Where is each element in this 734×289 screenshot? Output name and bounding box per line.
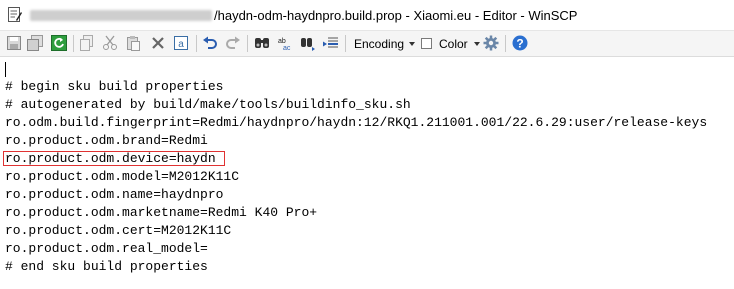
- highlight-box: [3, 151, 225, 166]
- redacted-path: [30, 10, 212, 21]
- editor-line[interactable]: # end sku build properties: [5, 258, 208, 276]
- go-to-line-button[interactable]: [322, 34, 340, 52]
- select-all-icon: a: [174, 36, 188, 50]
- save-all-icon: [27, 35, 43, 51]
- color-menu[interactable]: Color: [439, 37, 468, 51]
- editor-line[interactable]: ro.product.odm.model=M2012K11C: [5, 168, 239, 186]
- go-to-line-icon: [323, 37, 338, 48]
- find-icon: [255, 38, 269, 48]
- encoding-dropdown-icon[interactable]: [409, 42, 415, 46]
- editor-line[interactable]: # autogenerated by build/make/tools/buil…: [5, 96, 411, 114]
- redo-icon: [226, 36, 240, 49]
- editor-line[interactable]: ro.product.odm.cert=M2012K11C: [5, 222, 231, 240]
- save-icon: [7, 36, 21, 50]
- undo-icon: [203, 36, 217, 49]
- editor-line[interactable]: ro.product.odm.name=haydnpro: [5, 186, 223, 204]
- replace-button[interactable]: ab ac: [276, 34, 294, 52]
- help-button[interactable]: ?: [511, 34, 529, 52]
- editor-line[interactable]: ro.odm.build.fingerprint=Redmi/haydnpro/…: [5, 114, 707, 132]
- title-bar: /haydn-odm-haydnpro.build.prop - Xiaomi.…: [0, 0, 734, 31]
- undo-button[interactable]: [201, 34, 219, 52]
- text-editor[interactable]: # begin sku build properties # autogener…: [0, 57, 734, 289]
- replace-icon: abac: [278, 38, 291, 51]
- paste-icon: [127, 36, 140, 51]
- svg-text:a: a: [178, 39, 184, 50]
- copy-icon: [80, 35, 93, 51]
- file-icon: [8, 7, 22, 22]
- select-all-button[interactable]: a: [172, 34, 190, 52]
- copy-button[interactable]: [78, 34, 96, 52]
- text-cursor: [5, 62, 6, 77]
- find-next-icon: [301, 38, 315, 51]
- paste-button[interactable]: [124, 34, 142, 52]
- encoding-menu[interactable]: Encoding: [354, 37, 404, 51]
- editor-line[interactable]: ro.product.odm.brand=Redmi: [5, 132, 208, 150]
- find-next-button[interactable]: [299, 34, 317, 52]
- svg-text:ac: ac: [283, 45, 291, 51]
- gear-icon: [483, 35, 499, 51]
- redo-button[interactable]: [224, 34, 242, 52]
- color-dropdown-icon[interactable]: [474, 42, 480, 46]
- delete-button[interactable]: [149, 34, 167, 52]
- preferences-button[interactable]: [482, 34, 500, 52]
- window-title: /haydn-odm-haydnpro.build.prop - Xiaomi.…: [214, 8, 578, 23]
- delete-icon: [152, 37, 164, 49]
- cut-icon: [103, 35, 117, 50]
- reload-icon: [51, 35, 67, 51]
- svg-text:ab: ab: [278, 38, 286, 45]
- svg-text:?: ?: [516, 37, 523, 51]
- save-button[interactable]: [5, 34, 23, 52]
- toolbar: a ab ac Encoding Color ?: [0, 31, 734, 57]
- find-button[interactable]: [253, 34, 271, 52]
- cut-button[interactable]: [101, 34, 119, 52]
- editor-line[interactable]: # begin sku build properties: [5, 78, 223, 96]
- save-all-button[interactable]: [26, 34, 44, 52]
- help-icon: ?: [512, 35, 528, 51]
- editor-line[interactable]: ro.product.odm.real_model=: [5, 240, 208, 258]
- editor-line[interactable]: ro.product.odm.marketname=Redmi K40 Pro+: [5, 204, 317, 222]
- reload-button[interactable]: [50, 34, 68, 52]
- color-checkbox[interactable]: [421, 38, 432, 49]
